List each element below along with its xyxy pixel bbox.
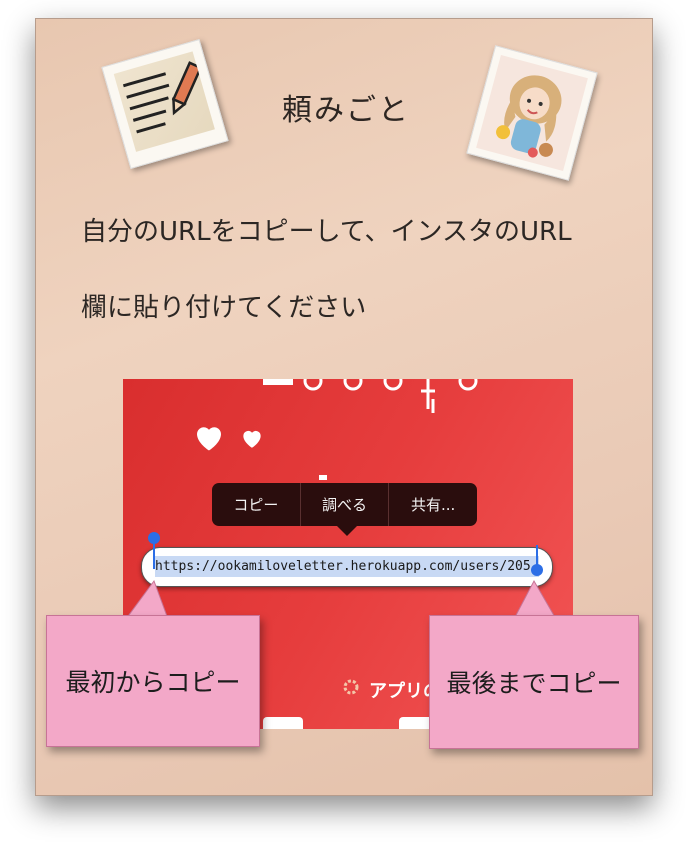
page-title: 頼みごと (282, 93, 410, 128)
context-menu-pointer (336, 525, 358, 536)
heart-icon (197, 427, 221, 451)
note-with-pencil-icon (122, 61, 203, 134)
doll-illustration-icon (496, 75, 562, 158)
decorative-heading-glyphs (263, 379, 478, 413)
menu-item-copy[interactable]: コピー (212, 483, 301, 526)
url-field[interactable]: https://ookamiloveletter.herokuapp.com/u… (141, 547, 553, 587)
menu-item-look-up[interactable]: 調べる (301, 483, 390, 526)
selection-end-handle[interactable] (531, 564, 543, 576)
heart-icon (243, 430, 261, 448)
callout-copy-from-start: 最初からコピー (46, 615, 260, 747)
menu-item-share[interactable]: 共有... (389, 483, 477, 526)
app-button (263, 717, 303, 729)
small-glyph (319, 475, 327, 480)
instruction-line-2: 欄に貼り付けてください (81, 293, 367, 323)
doll-photo (466, 45, 598, 181)
callout-pointer-right (513, 579, 557, 619)
gear-icon (343, 679, 359, 695)
instruction-card: 頼みごと 自分のURLをコピーして、インスタのURL 欄に貼り付けてください コ… (35, 18, 653, 796)
callout-pointer-left (125, 579, 169, 619)
selection-start-handle[interactable] (148, 532, 160, 544)
callout-copy-to-end: 最後までコピー (429, 615, 639, 749)
instruction-line-1: 自分のURLをコピーして、インスタのURL (81, 217, 572, 247)
context-menu: コピー 調べる 共有... (212, 483, 477, 526)
note-photo (101, 38, 229, 170)
url-text-selection[interactable]: https://ookamiloveletter.herokuapp.com/u… (155, 556, 539, 577)
